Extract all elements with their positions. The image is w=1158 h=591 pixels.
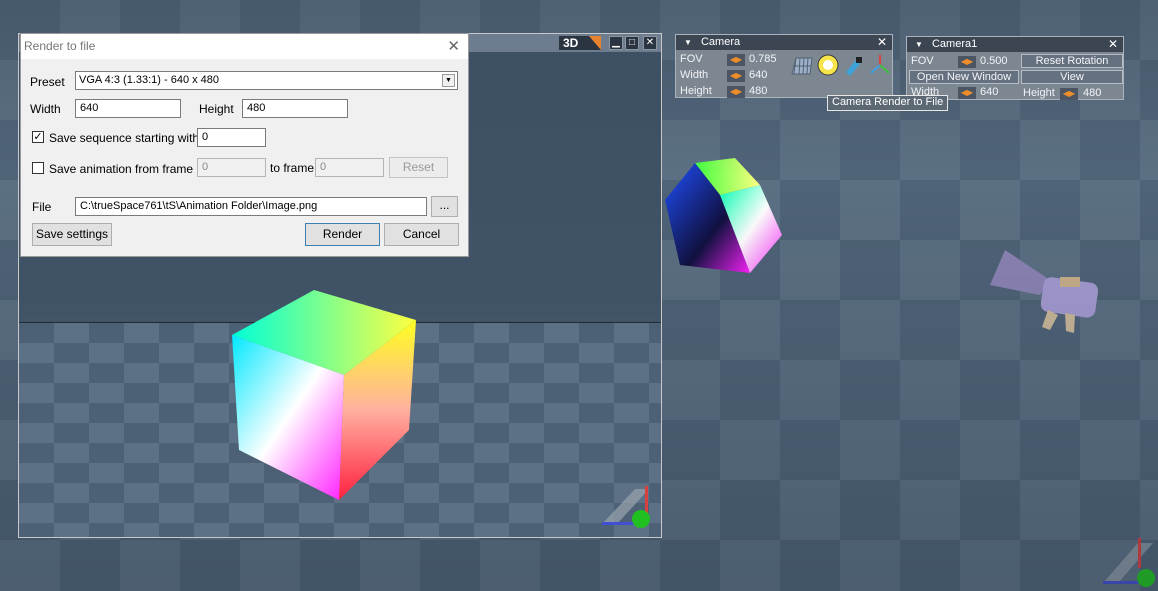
view-button[interactable]: View [1021, 70, 1123, 84]
save-animation-label[interactable]: Save animation from frame [49, 162, 193, 176]
axis-gizmo [1103, 538, 1155, 587]
open-new-window-button[interactable]: Open New Window [909, 70, 1019, 84]
height-label: Height [199, 102, 234, 116]
cancel-button[interactable]: Cancel [384, 223, 459, 246]
height-label: Height [1023, 87, 1055, 99]
save-sequence-checkbox[interactable]: ✓ [32, 131, 44, 143]
camera-panel-title-text: Camera [700, 36, 741, 48]
rgb-cube-small[interactable] [660, 155, 790, 280]
file-path-field[interactable]: C:\trueSpace761\tS\Animation Folder\Imag… [75, 197, 427, 216]
height-value[interactable]: 480 [749, 85, 767, 97]
camera1-panel[interactable]: ▼ Camera1 ✕ FOV ◀▶ 0.500 Reset Rotation … [906, 36, 1124, 100]
height-spinner[interactable]: ◀▶ [727, 86, 745, 98]
camera-panel[interactable]: ▼ Camera ✕ FOV ◀▶ 0.785 Width ◀▶ 640 Hei… [675, 34, 893, 98]
close-icon[interactable]: ✕ [877, 35, 887, 50]
reset-button[interactable]: Reset [389, 157, 448, 178]
dialog-titlebar[interactable]: Render to file ✕ [21, 34, 468, 59]
dialog-close-button[interactable]: ✕ [447, 34, 460, 59]
preset-label: Preset [30, 75, 65, 89]
render-button[interactable]: Render [305, 223, 380, 246]
collapse-arrow-icon[interactable]: ▼ [915, 40, 923, 49]
maximize-button[interactable]: □ [625, 36, 639, 50]
fov-spinner[interactable]: ◀▶ [958, 56, 976, 68]
sequence-start-field[interactable]: 0 [197, 128, 266, 147]
grid-render-icon[interactable] [790, 54, 814, 76]
width-spinner[interactable]: ◀▶ [727, 70, 745, 82]
save-animation-checkbox[interactable] [32, 162, 44, 174]
axes-icon[interactable] [868, 53, 892, 77]
height-label: Height [680, 85, 712, 97]
fov-value[interactable]: 0.785 [749, 53, 777, 65]
fov-value[interactable]: 0.500 [980, 55, 1008, 67]
browse-button[interactable]: ... [431, 196, 458, 217]
tooltip: Camera Render to File [827, 95, 949, 111]
close-viewport-button[interactable]: ✕ [643, 36, 657, 50]
to-frame-field[interactable]: 0 [315, 158, 384, 177]
collapse-arrow-icon[interactable]: ▼ [684, 38, 692, 47]
viewport-3d-badge[interactable]: 3D [559, 36, 601, 50]
camera-panel-title[interactable]: ▼ Camera ✕ [676, 35, 892, 50]
camera-object[interactable] [980, 245, 1110, 340]
save-settings-button[interactable]: Save settings [32, 223, 112, 246]
file-label: File [32, 200, 52, 214]
height-field[interactable]: 480 [242, 99, 348, 118]
rgb-cube-large[interactable] [229, 290, 419, 505]
camera1-panel-title-text: Camera1 [931, 38, 978, 50]
preset-value: VGA 4:3 (1.33:1) - 640 x 480 [79, 74, 220, 86]
height-value[interactable]: 480 [1083, 87, 1101, 99]
reset-rotation-button[interactable]: Reset Rotation [1021, 54, 1123, 68]
to-frame-label: to frame [270, 161, 315, 175]
minimize-button[interactable]: ▁ [609, 36, 623, 50]
dialog-title: Render to file [24, 39, 96, 53]
width-value[interactable]: 640 [749, 69, 767, 81]
height-spinner[interactable]: ◀▶ [1060, 88, 1078, 100]
viewport-axis-gizmo [602, 486, 650, 528]
fov-spinner[interactable]: ◀▶ [727, 54, 745, 66]
fov-label: FOV [680, 53, 703, 65]
from-frame-field[interactable]: 0 [197, 158, 266, 177]
viewport-corner-mark [589, 36, 601, 50]
viewport-3d-label: 3D [563, 36, 579, 50]
width-spinner[interactable]: ◀▶ [958, 87, 976, 99]
width-label: Width [680, 69, 709, 81]
fov-label: FOV [911, 55, 934, 67]
width-label: Width [30, 102, 61, 116]
save-sequence-label[interactable]: Save sequence starting with [49, 131, 199, 145]
camera-light-icon[interactable] [842, 54, 866, 76]
render-to-file-icon[interactable] [816, 53, 840, 77]
chevron-down-icon[interactable]: ▼ [442, 74, 455, 87]
width-field[interactable]: 640 [75, 99, 181, 118]
render-to-file-dialog[interactable]: Render to file ✕ Preset VGA 4:3 (1.33:1)… [20, 33, 469, 257]
close-icon[interactable]: ✕ [1108, 37, 1118, 52]
camera1-panel-title[interactable]: ▼ Camera1 ✕ [907, 37, 1123, 52]
preset-select[interactable]: VGA 4:3 (1.33:1) - 640 x 480 ▼ [75, 71, 458, 90]
width-value[interactable]: 640 [980, 86, 998, 98]
